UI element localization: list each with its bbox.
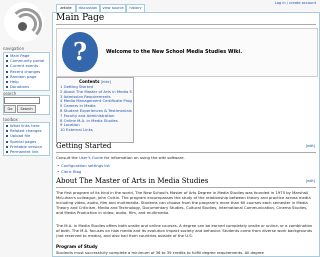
page-title: Main Page [56,13,105,23]
tab-view-source[interactable]: view source [100,4,126,12]
about-paragraph-2: The M.A. in Media Studies offers both on… [56,223,313,238]
users-guide-link[interactable]: User's Guide [79,155,103,160]
about-paragraph-1: The first program of its kind in the wor… [56,190,311,215]
login-link[interactable]: Log in / create account [275,1,316,5]
toolbox-box: What links here Related changes Upload f… [3,122,50,156]
main-content: Main Page ? Welcome to the New School Me… [52,12,320,257]
logo-dot [18,22,27,31]
wiki-logo[interactable] [4,2,44,42]
sidebar: navigation Main Page Community portal Cu… [0,0,52,255]
intro-pre: Consult the [56,155,79,160]
program-of-study-heading: Program of Study [56,244,98,249]
toc-item[interactable]: 10 External Links [60,128,132,133]
search-input[interactable] [4,97,40,104]
about-paragraph-3: Students must successfully complete a mi… [56,250,264,255]
about-edit-link[interactable]: [edit] [306,179,315,183]
intro-post: for information on using the wiki softwa… [103,155,185,160]
title-divider [56,24,316,25]
toc-header: Contents [hide] [57,79,133,84]
table-of-contents: Contents [hide] 1 Getting Started 2 Abou… [56,77,134,143]
welcome-banner: ? Welcome to the New School Media Studie… [56,28,318,77]
about-heading: About The Master of Arts in Media Studie… [56,177,209,185]
getting-started-heading: Getting Started [56,142,112,150]
toc-title: Contents [79,79,100,84]
configuration-settings-link[interactable]: Configuration settings list [57,163,110,168]
tab-history[interactable]: history [126,4,145,12]
tab-discussion[interactable]: discussion [76,4,100,12]
section-divider [56,152,316,153]
toc-list: 1 Getting Started 2 About The Master of … [60,85,132,133]
info-icon: ? [62,32,98,72]
sidebar-item-permanent-link[interactable]: Permanent link [4,149,49,154]
sidebar-item-donations[interactable]: Donations [4,84,49,89]
navigation-heading: navigation [3,46,25,51]
toc-hide-link[interactable]: [hide] [101,80,111,84]
section-divider [56,187,316,188]
getting-started-intro: Consult the User's Guide for information… [56,155,314,160]
search-button[interactable]: Search [17,105,36,113]
cleric-blog-link[interactable]: Cleric Blog [57,169,81,174]
welcome-text: Welcome to the New School Media Studies … [106,49,243,55]
getting-started-edit-link[interactable]: [edit] [306,144,315,148]
navigation-box: Main Page Community portal Current event… [3,52,50,91]
go-button[interactable]: Go [4,105,16,113]
